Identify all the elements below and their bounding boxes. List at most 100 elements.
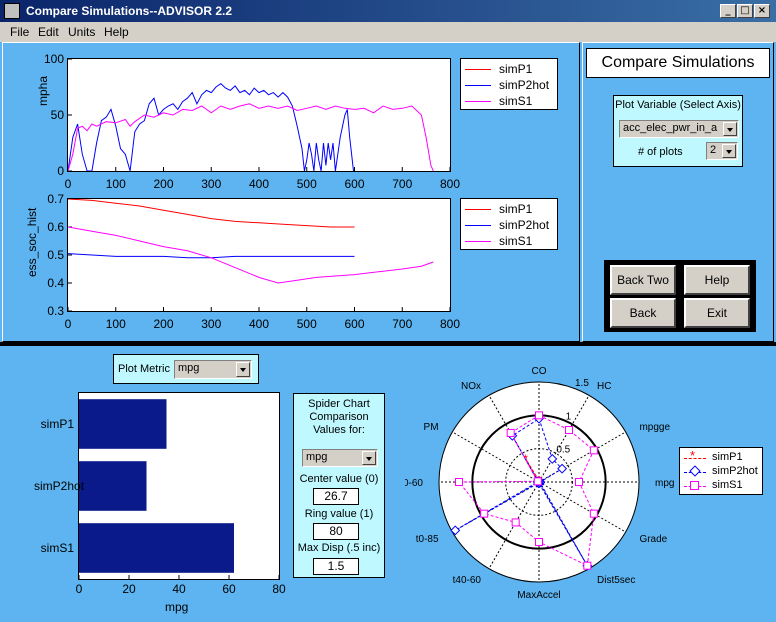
category-label: simS1 [40,541,74,555]
square-marker [506,428,515,437]
back-two-button[interactable]: Back Two [610,265,676,295]
section-divider [0,342,776,346]
spoke-label: mpgge [639,422,670,433]
chevron-down-icon [723,122,737,136]
x-tick-label: 500 [296,317,317,331]
square-marker [575,478,583,486]
max-disp-input[interactable]: 1.5 [313,558,359,575]
category-label: simP2hot [34,479,85,493]
x-tick-label: 200 [153,177,174,191]
y-tick-label: 50 [50,108,64,122]
spoke-label: t0-85 [416,534,439,545]
star-marker-icon: * [690,448,696,463]
y-tick-label: 0.6 [47,220,64,234]
spider-legend: * simP1 simP2hot simS1 [679,447,763,495]
x-tick-label: 20 [122,582,136,596]
radial-tick-label: 0.5 [556,445,570,456]
panel-title: Compare Simulations [601,54,755,71]
x-tick-label: 100 [105,317,126,331]
x-tick-label: 0 [64,177,72,191]
menu-units[interactable]: Units [68,25,95,39]
bar-simP2hot [79,461,147,511]
chevron-down-icon [236,362,250,377]
x-tick-label: 800 [439,177,461,191]
spoke-label: t0-60 [405,478,423,489]
category-label: simP1 [40,417,74,431]
center-value-label: Center value (0) [299,473,379,485]
square-marker [535,411,543,420]
radial-tick-label: 1.5 [575,378,589,389]
matlab-icon [4,3,20,19]
plot-soc [67,198,451,312]
minimize-button[interactable]: _ [720,4,736,18]
spoke-label: mpg [655,478,674,489]
ring-value-label: Ring value (1) [304,508,374,520]
x-tick-label: 300 [201,317,222,331]
square-marker [511,518,520,527]
plot-variable-box: Plot Variable (Select Axis) acc_elec_pwr… [613,95,743,167]
menu-file[interactable]: File [10,25,29,39]
spoke-label: t40-60 [453,575,482,586]
x-tick-label: 40 [172,582,186,596]
ylabel-mpha: mpha [36,75,51,107]
x-tick-label: 700 [392,177,413,191]
square-marker [455,478,463,486]
button-group: Back Two Help Back Exit [604,260,756,332]
spoke-label: HC [597,381,611,392]
bar-xlabel: mpg [165,600,189,614]
x-tick-label: 300 [201,177,222,191]
maximize-button[interactable]: □ [737,4,753,18]
x-tick-label: 500 [296,177,317,191]
x-tick-label: 80 [272,582,286,596]
chevron-down-icon [722,144,736,158]
x-tick-label: 60 [222,582,236,596]
menu-edit[interactable]: Edit [38,25,59,39]
x-tick-label: 400 [248,317,270,331]
legend-plot1: simP1 simP2hot simS1 [460,58,558,110]
chevron-down-icon [362,451,376,465]
menu-help[interactable]: Help [104,25,129,39]
spoke-label: Dist5sec [597,575,635,586]
spider-metric-value: mpg [306,451,328,463]
x-tick-label: 100 [105,177,126,191]
close-button[interactable]: × [754,4,770,18]
y-tick-label: 100 [43,52,64,66]
spoke-label: PM [424,422,439,433]
x-tick-label: 800 [439,317,461,331]
series-line-simS1 [68,226,434,284]
y-tick-label: 0 [57,164,64,178]
bar-simS1 [79,523,234,573]
series-line-simP1 [68,199,355,228]
y-tick-label: 0.4 [47,276,64,290]
back-button[interactable]: Back [610,298,676,328]
plot-variable-select[interactable]: acc_elec_pwr_in_a [619,120,739,138]
plot-metric-box: Plot Metric mpg [113,354,259,384]
spider-chart: CO HC mpgge mpg Grade Dist5sec MaxAccel t40-60 t… [405,366,674,600]
square-marker [533,477,542,486]
num-plots-select[interactable]: 2 [706,142,738,160]
window-title: Compare Simulations--ADVISOR 2.2 [26,4,233,18]
help-button[interactable]: Help [684,265,750,295]
square-marker [535,538,543,546]
series-line-simP2hot [68,82,354,171]
square-marker [565,426,573,435]
plot-metric-label: Plot Metric [118,363,170,375]
max-disp-label: Max Disp (.5 inc) [297,542,381,554]
center-value-input[interactable]: 26.7 [313,488,359,505]
series-line-simS1 [68,103,434,171]
exit-button[interactable]: Exit [684,298,750,328]
x-tick-label: 0 [75,582,83,596]
x-tick-label: 600 [344,177,365,191]
spider-metric-select[interactable]: mpg [302,449,378,467]
panel-title-box: Compare Simulations [586,48,770,78]
plot-metric-select[interactable]: mpg [174,360,252,379]
x-tick-label: 200 [153,317,174,331]
spider-title: Spider Chart Comparison Values for: [308,398,370,436]
square-marker [480,509,489,518]
bar-chart-svg [79,399,279,579]
spoke-label: MaxAccel [517,590,560,600]
ring-value-input[interactable]: 80 [313,523,359,540]
y-tick-label: 0.5 [47,248,64,262]
spoke-label: Grade [639,534,667,545]
x-tick-label: 600 [344,317,365,331]
